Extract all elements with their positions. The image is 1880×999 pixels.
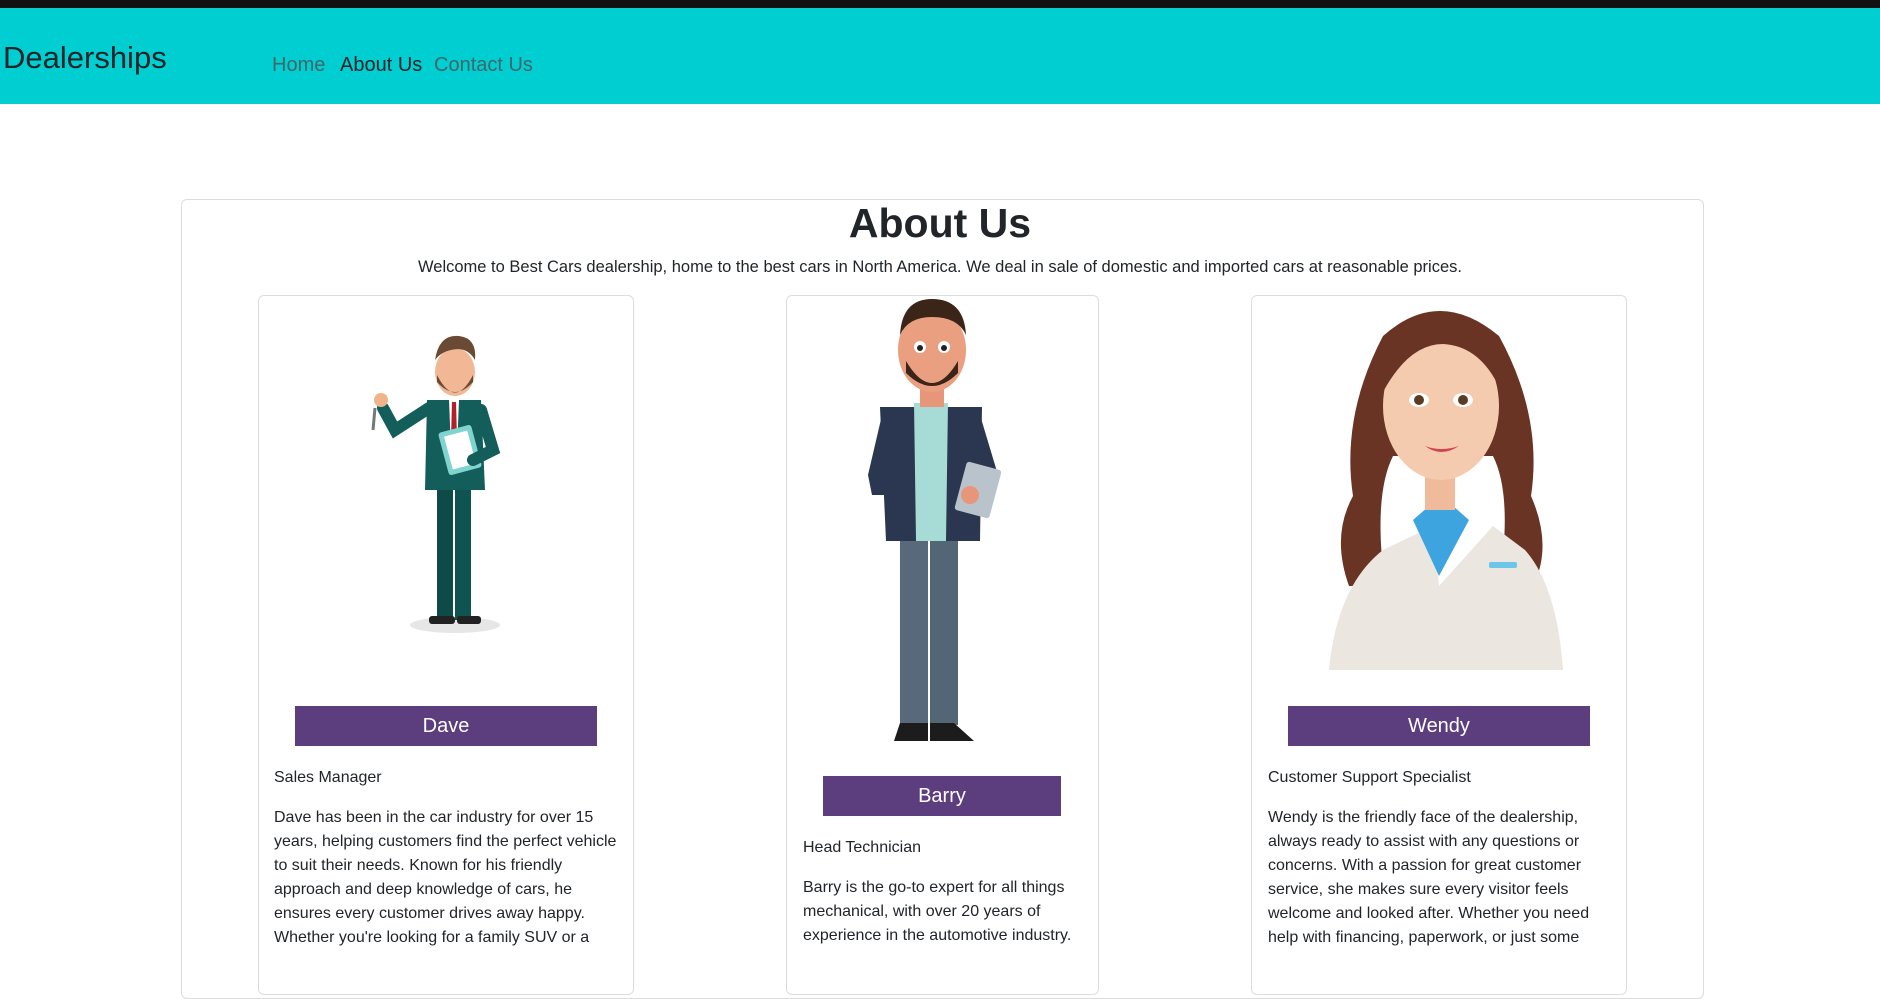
navbar: Dealerships Home About Us Contact Us	[0, 8, 1880, 104]
team-role-barry: Head Technician	[803, 839, 922, 856]
team-name-barry: Barry	[823, 776, 1061, 816]
dave-portrait-illustration	[371, 335, 501, 633]
brand-logo-text[interactable]: Dealerships	[3, 40, 167, 76]
team-role-dave: Sales Manager	[274, 769, 382, 786]
page-title: About Us	[848, 200, 1032, 246]
team-bio-barry: Barry is the go-to expert for all things…	[803, 879, 1072, 944]
team-name-wendy: Wendy	[1288, 706, 1590, 746]
team-role-wendy: Customer Support Specialist	[1268, 769, 1471, 786]
barry-portrait-illustration	[868, 299, 1002, 741]
team-bio-wendy: Wendy is the friendly face of the dealer…	[1268, 809, 1590, 946]
intro-text: Welcome to Best Cars dealership, home to…	[418, 258, 1462, 276]
nav-link-contact-us[interactable]: Contact Us	[434, 54, 533, 77]
nav-link-about-us[interactable]: About Us	[340, 54, 422, 77]
top-edge-bar	[0, 0, 1880, 8]
nav-link-home[interactable]: Home	[272, 54, 325, 77]
team-bio-dave: Dave has been in the car industry for ov…	[274, 809, 617, 946]
wendy-portrait-illustration	[1329, 311, 1563, 670]
team-name-dave: Dave	[295, 706, 597, 746]
